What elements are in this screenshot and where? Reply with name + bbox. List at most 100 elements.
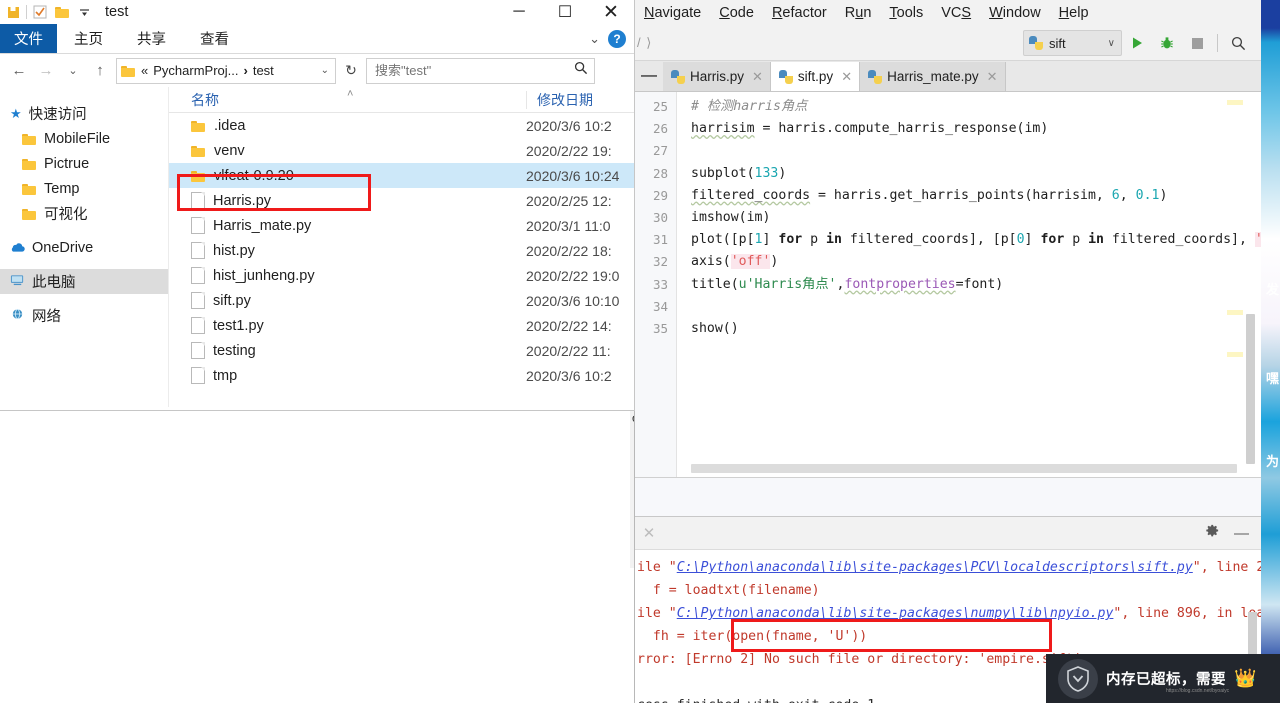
menu-item-tools[interactable]: Tools (880, 5, 932, 21)
tabs-collapse-icon[interactable]: — (635, 61, 663, 91)
table-row[interactable]: .idea 2020/3/6 10:2 (169, 113, 634, 138)
table-row-selected[interactable]: vlfeat-0.9.20 2020/3/6 10:24 (169, 163, 634, 188)
search-everywhere-icon[interactable] (1223, 30, 1253, 56)
tab-harris-py[interactable]: Harris.py ✕ (663, 62, 771, 91)
console-error-message: No such file or directory: 'empire.sift' (764, 652, 1082, 667)
sidebar-item-network[interactable]: 网络 (0, 303, 168, 328)
tab-label: Harris.py (690, 69, 745, 84)
navigation-pane: ★ 快速访问 MobileFile Pictrue Temp 可视化 OneDr… (0, 87, 169, 407)
maximize-button[interactable]: ☐ (542, 0, 588, 24)
table-row[interactable]: Harris.py 2020/2/25 12: (169, 188, 634, 213)
close-icon[interactable]: ✕ (841, 69, 852, 85)
explorer-navbar: ← → ⌄ ↑ « PycharmProj... › test ⌄ ↻ (0, 54, 634, 87)
console-close-icon[interactable]: ✕ (635, 524, 663, 542)
table-row[interactable]: hist.py 2020/2/22 18: (169, 238, 634, 263)
code-line-33: title(u'Harris角点',fontproperties=font) (691, 276, 1004, 292)
checkbox-icon[interactable] (29, 1, 51, 23)
sidebar-item-keshihua[interactable]: 可视化 (0, 201, 168, 226)
run-configuration-selector[interactable]: sift ∨ (1023, 30, 1122, 56)
menu-item-help[interactable]: Help (1050, 5, 1098, 21)
search-box[interactable] (366, 57, 595, 84)
menu-item-vcs[interactable]: VCS (932, 5, 980, 21)
breadcrumb[interactable]: « PycharmProj... › test ⌄ (116, 57, 336, 84)
wallpaper-text-1: 嘿 (1265, 371, 1279, 386)
sidebar-item-quick-access[interactable]: ★ 快速访问 (0, 101, 168, 126)
table-row[interactable]: test1.py 2020/2/22 14: (169, 313, 634, 338)
sidebar-item-onedrive[interactable]: OneDrive (0, 235, 168, 260)
close-button[interactable]: ✕ (588, 0, 634, 24)
column-header-name[interactable]: 名称 (169, 90, 219, 110)
navigation-breadcrumb[interactable]: / ⟩ (635, 35, 652, 51)
console-line-0: ile "C:\Python\anaconda\lib\site-package… (637, 560, 1261, 575)
sidebar-item-this-pc[interactable]: 此电脑 (0, 269, 168, 294)
refresh-button[interactable]: ↻ (341, 62, 361, 79)
search-input[interactable] (373, 62, 574, 79)
menu-item-refactor[interactable]: Refactor (763, 5, 836, 21)
run-icon[interactable] (1122, 30, 1152, 56)
window-controls: ─ ☐ ✕ (496, 0, 634, 24)
up-button[interactable]: ↑ (89, 60, 111, 82)
column-header-date[interactable]: 修改日期 (526, 90, 593, 109)
table-row[interactable]: Harris_mate.py 2020/3/1 11:0 (169, 213, 634, 238)
folder-icon (191, 170, 206, 182)
line-number: 31 (652, 232, 668, 248)
notification-popup[interactable]: 内存已超标，需要 👑 https://blog.csdn.net/byoaiyc (1046, 654, 1280, 703)
code-text-area[interactable]: # 检测harris角点 harrisim = harris.compute_h… (677, 92, 1261, 477)
folder-icon (121, 65, 136, 77)
save-icon[interactable] (2, 1, 24, 23)
chevron-down-icon[interactable]: ⌄ (589, 31, 600, 47)
code-line-28: subplot(133) (691, 165, 787, 181)
file-date-cell: 2020/3/1 11:0 (526, 217, 611, 234)
code-line-29: filtered_coords = harris.get_harris_poin… (691, 187, 1168, 203)
file-date-cell: 2020/2/22 14: (526, 317, 612, 334)
sidebar-item-pictrue[interactable]: Pictrue (0, 151, 168, 176)
tab-sift-py[interactable]: sift.py ✕ (770, 62, 861, 91)
table-row[interactable]: tmp 2020/3/6 10:2 (169, 363, 634, 388)
ribbon-tab-share[interactable]: 共享 (120, 24, 183, 53)
tab-harris-mate-py[interactable]: Harris_mate.py ✕ (860, 62, 1006, 91)
console-line-3: fh = iter(open(fname, 'U')) (637, 629, 868, 644)
traceback-link[interactable]: C:\Python\anaconda\lib\site-packages\num… (677, 606, 1114, 621)
table-row[interactable]: hist_junheng.py 2020/2/22 19:0 (169, 263, 634, 288)
table-row[interactable]: venv 2020/2/22 19: (169, 138, 634, 163)
minimize-button[interactable]: ─ (496, 0, 542, 24)
table-row[interactable]: sift.py 2020/3/6 10:10 (169, 288, 634, 313)
gear-icon[interactable] (1205, 523, 1220, 543)
back-button[interactable]: ← (8, 60, 30, 82)
search-icon[interactable] (574, 61, 588, 80)
minimize-icon[interactable]: — (1234, 525, 1249, 542)
sidebar-item-mobilefile[interactable]: MobileFile (0, 126, 168, 151)
menu-item-window[interactable]: Window (980, 5, 1050, 21)
breadcrumb-segment-1[interactable]: test (253, 63, 274, 78)
debug-icon[interactable] (1152, 30, 1182, 56)
breadcrumb-segment-0[interactable]: PycharmProj... (153, 63, 238, 78)
stop-icon[interactable] (1182, 30, 1212, 56)
file-list-pane[interactable]: 名称 ˄ 修改日期 .idea 2020/3/6 10:2 venv 2020/… (169, 87, 634, 407)
close-icon[interactable]: ✕ (752, 69, 763, 85)
dropdown-icon[interactable] (73, 1, 95, 23)
editor-horizontal-scrollbar[interactable] (691, 464, 1237, 473)
sidebar-item-label: Pictrue (44, 155, 90, 172)
folder-icon (22, 183, 37, 195)
chevron-down-icon[interactable]: ⌄ (321, 65, 331, 76)
close-icon[interactable]: ✕ (987, 69, 998, 85)
ribbon-tab-file[interactable]: 文件 (0, 24, 57, 53)
code-editor[interactable]: 25 26 27 28 29 30 31 32 33 34 35 # 检测har… (635, 92, 1261, 478)
pycharm-toolbar: / ⟩ sift ∨ (635, 26, 1261, 61)
ribbon-tab-home[interactable]: 主页 (57, 24, 120, 53)
editor-marker (1227, 352, 1243, 357)
menu-item-run[interactable]: Run (836, 5, 881, 21)
help-icon[interactable]: ? (608, 29, 626, 48)
forward-button[interactable]: → (35, 60, 57, 82)
folder-icon[interactable] (51, 1, 73, 23)
editor-vertical-scrollbar[interactable] (1246, 314, 1255, 464)
menu-item-code[interactable]: Code (710, 5, 763, 21)
menu-item-navigate[interactable]: Navigate (635, 5, 710, 21)
table-row[interactable]: testing 2020/2/22 11: (169, 338, 634, 363)
recent-locations-button[interactable]: ⌄ (62, 60, 84, 82)
traceback-link[interactable]: C:\Python\anaconda\lib\site-packages\PCV… (677, 560, 1193, 575)
ribbon-tabbar: 文件 主页 共享 查看 ⌄ ? (0, 24, 634, 54)
line-number-gutter: 25 26 27 28 29 30 31 32 33 34 35 (635, 92, 677, 477)
sidebar-item-temp[interactable]: Temp (0, 176, 168, 201)
ribbon-tab-view[interactable]: 查看 (183, 24, 246, 53)
